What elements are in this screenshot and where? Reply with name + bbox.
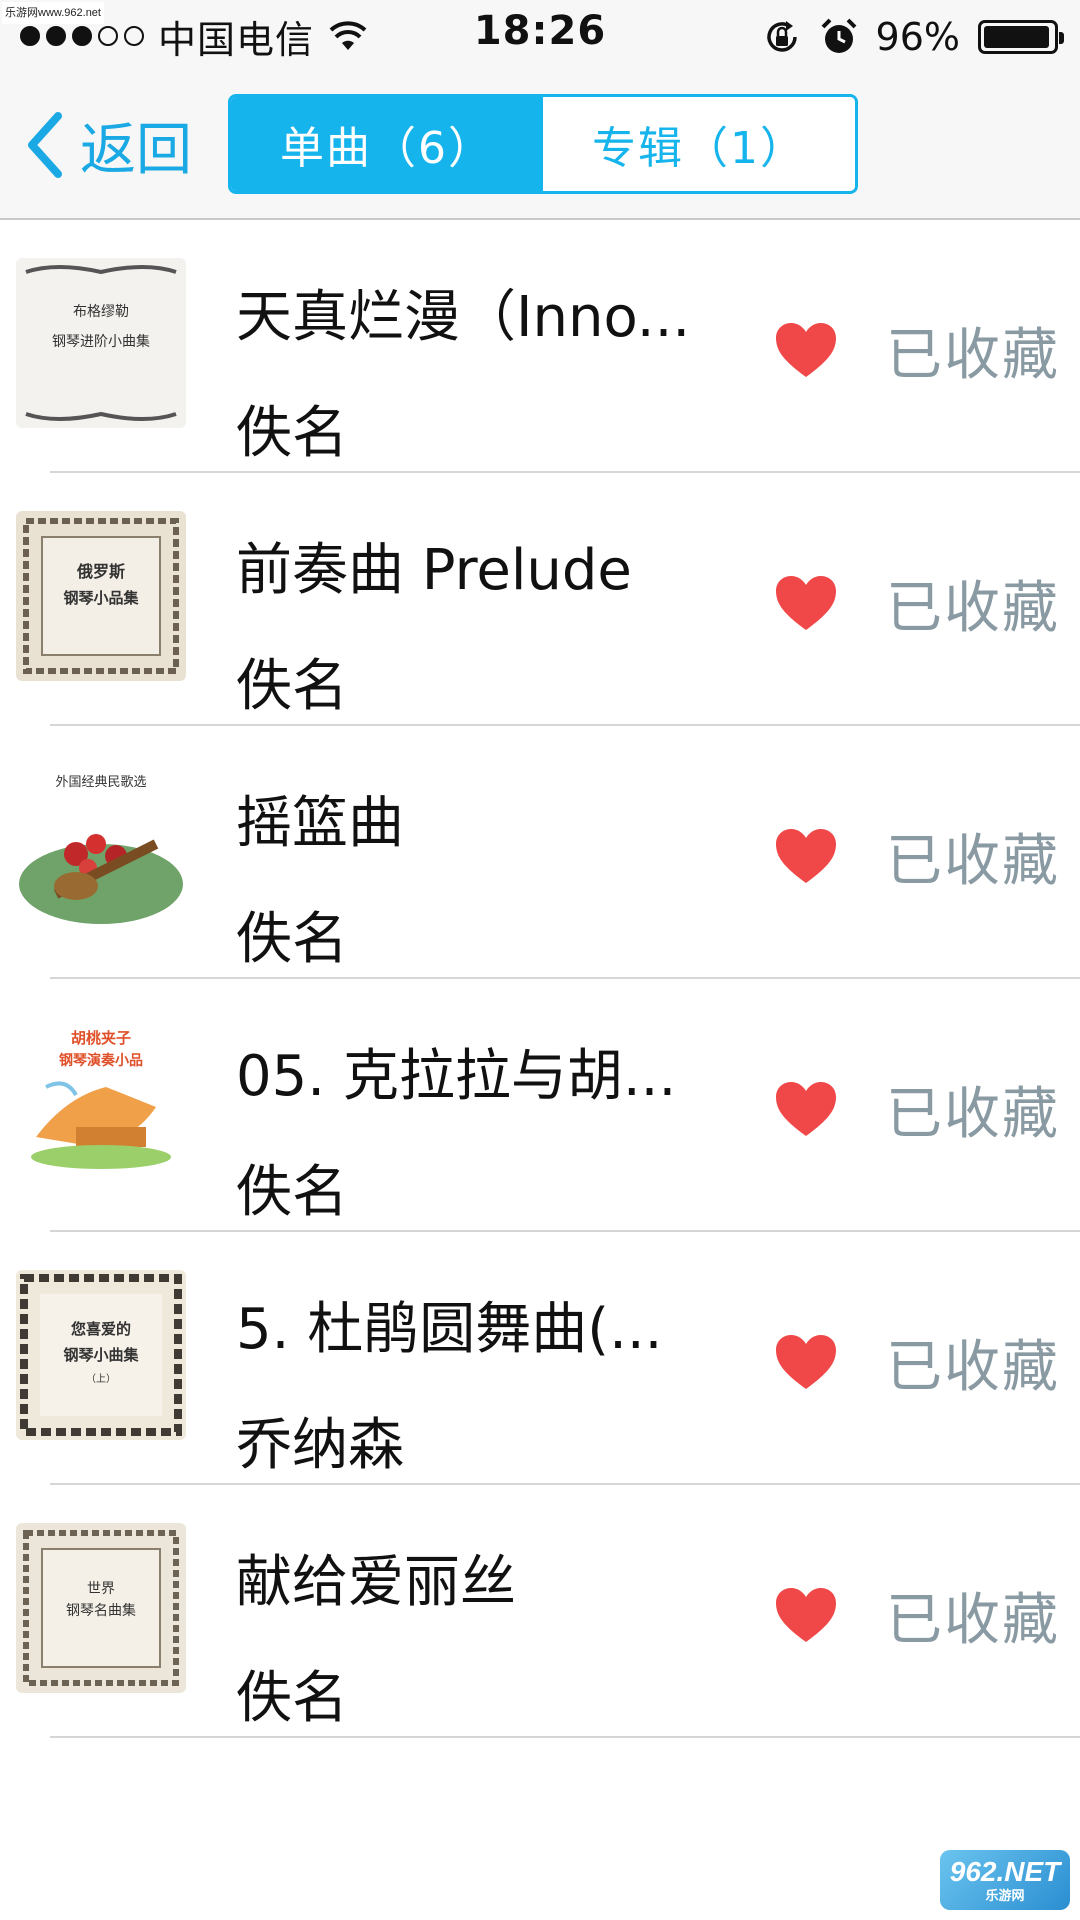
album-cover: 布格缪勒 钢琴进阶小曲集 xyxy=(16,258,186,428)
svg-text:布格缪勒: 布格缪勒 xyxy=(73,304,129,320)
favorite-button[interactable]: 已收藏 xyxy=(774,563,1060,643)
favorite-label: 已收藏 xyxy=(886,828,1060,894)
watermark-logo: 962.NET 乐游网 xyxy=(940,1850,1070,1910)
svg-text:钢琴演奏小品: 钢琴演奏小品 xyxy=(59,1052,143,1069)
svg-text:世界: 世界 xyxy=(87,1581,115,1597)
favorite-button[interactable]: 已收藏 xyxy=(774,1575,1060,1655)
nav-bar: 返回 单曲（6） 专辑（1） xyxy=(0,70,1080,220)
divider xyxy=(50,1736,1080,1738)
svg-text:钢琴小品集: 钢琴小品集 xyxy=(63,589,139,607)
song-artist: 佚名 xyxy=(236,1666,348,1731)
screen: 乐游网www.962.net 中国电信 18:26 96% 返回 单曲（6） 专… xyxy=(0,0,1080,1920)
favorite-label: 已收藏 xyxy=(886,1334,1060,1400)
heart-icon xyxy=(776,323,836,377)
heart-icon xyxy=(776,829,836,883)
list-item[interactable]: 世界 钢琴名曲集 献给爱丽丝 佚名 已收藏 xyxy=(0,1485,1080,1738)
watermark-text: 乐游网www.962.net xyxy=(2,2,104,24)
svg-text:俄罗斯: 俄罗斯 xyxy=(76,562,125,581)
watermark-logo-sub: 乐游网 xyxy=(985,1888,1025,1903)
list-item[interactable]: 您喜爱的 钢琴小曲集 （上） 5. 杜鹃圆舞曲(... 乔纳森 已收藏 xyxy=(0,1232,1080,1485)
heart-icon xyxy=(776,1588,836,1642)
favorite-label: 已收藏 xyxy=(886,1587,1060,1653)
battery-icon xyxy=(978,20,1064,54)
song-artist: 佚名 xyxy=(236,401,348,466)
favorite-button[interactable]: 已收藏 xyxy=(774,816,1060,896)
song-artist: 佚名 xyxy=(236,1160,348,1225)
album-cover: 您喜爱的 钢琴小曲集 （上） xyxy=(16,1270,186,1440)
song-title: 摇篮曲 xyxy=(236,791,404,856)
favorite-label: 已收藏 xyxy=(886,1081,1060,1147)
svg-text:（上）: （上） xyxy=(86,1373,116,1385)
rotation-lock-icon xyxy=(766,21,797,52)
svg-text:钢琴小曲集: 钢琴小曲集 xyxy=(63,1346,139,1364)
svg-text:外国经典民歌选: 外国经典民歌选 xyxy=(55,775,146,790)
song-artist: 佚名 xyxy=(236,907,348,972)
list-item[interactable]: 俄罗斯 钢琴小品集 前奏曲 Prelude 佚名 已收藏 xyxy=(0,473,1080,726)
song-artist: 佚名 xyxy=(236,654,348,719)
favorite-button[interactable]: 已收藏 xyxy=(774,310,1060,390)
list-item[interactable]: 胡桃夹子 钢琴演奏小品 05. 克拉拉与胡... 佚名 已收藏 xyxy=(0,979,1080,1232)
list-item[interactable]: 布格缪勒 钢琴进阶小曲集 天真烂漫（Inno... 佚名 已收藏 xyxy=(0,220,1080,473)
chevron-left-icon xyxy=(28,112,62,178)
favorite-button[interactable]: 已收藏 xyxy=(774,1322,1060,1402)
tab-albums[interactable]: 专辑（1） xyxy=(543,97,855,191)
heart-icon xyxy=(776,1082,836,1136)
song-title: 5. 杜鹃圆舞曲(... xyxy=(236,1297,663,1362)
status-bar: 中国电信 18:26 96% xyxy=(0,0,1080,70)
favorite-label: 已收藏 xyxy=(886,575,1060,641)
svg-text:钢琴进阶小曲集: 钢琴进阶小曲集 xyxy=(52,333,150,350)
album-cover: 外国经典民歌选 xyxy=(16,764,186,934)
heart-icon xyxy=(776,1335,836,1389)
back-label: 返回 xyxy=(80,117,192,183)
album-cover: 俄罗斯 钢琴小品集 xyxy=(16,511,186,681)
heart-icon xyxy=(776,576,836,630)
song-title: 05. 克拉拉与胡... xyxy=(236,1044,677,1109)
album-cover: 胡桃夹子 钢琴演奏小品 xyxy=(16,1017,186,1187)
battery-level xyxy=(984,26,1050,48)
list-item[interactable]: 外国经典民歌选 摇篮曲 佚名 已收藏 xyxy=(0,726,1080,979)
segmented-control: 单曲（6） 专辑（1） xyxy=(228,94,858,194)
album-cover: 世界 钢琴名曲集 xyxy=(16,1523,186,1693)
battery-percent: 96% xyxy=(875,15,960,59)
watermark-logo-main: 962.NET xyxy=(949,1856,1061,1887)
alarm-icon xyxy=(821,18,856,53)
svg-text:钢琴名曲集: 钢琴名曲集 xyxy=(66,1602,136,1619)
song-title: 前奏曲 Prelude xyxy=(236,538,632,603)
svg-text:您喜爱的: 您喜爱的 xyxy=(70,1320,131,1338)
favorite-button[interactable]: 已收藏 xyxy=(774,1069,1060,1149)
tab-singles[interactable]: 单曲（6） xyxy=(231,97,543,191)
status-right: 96% xyxy=(762,12,1064,62)
song-artist: 乔纳森 xyxy=(236,1413,404,1478)
song-title: 天真烂漫（Inno... xyxy=(236,285,691,350)
back-button[interactable]: 返回 xyxy=(24,100,192,190)
favorite-label: 已收藏 xyxy=(886,322,1060,388)
svg-text:胡桃夹子: 胡桃夹子 xyxy=(71,1029,131,1047)
song-list: 布格缪勒 钢琴进阶小曲集 天真烂漫（Inno... 佚名 已收藏 俄罗斯 钢琴小… xyxy=(0,220,1080,1738)
song-title: 献给爱丽丝 xyxy=(236,1550,516,1615)
